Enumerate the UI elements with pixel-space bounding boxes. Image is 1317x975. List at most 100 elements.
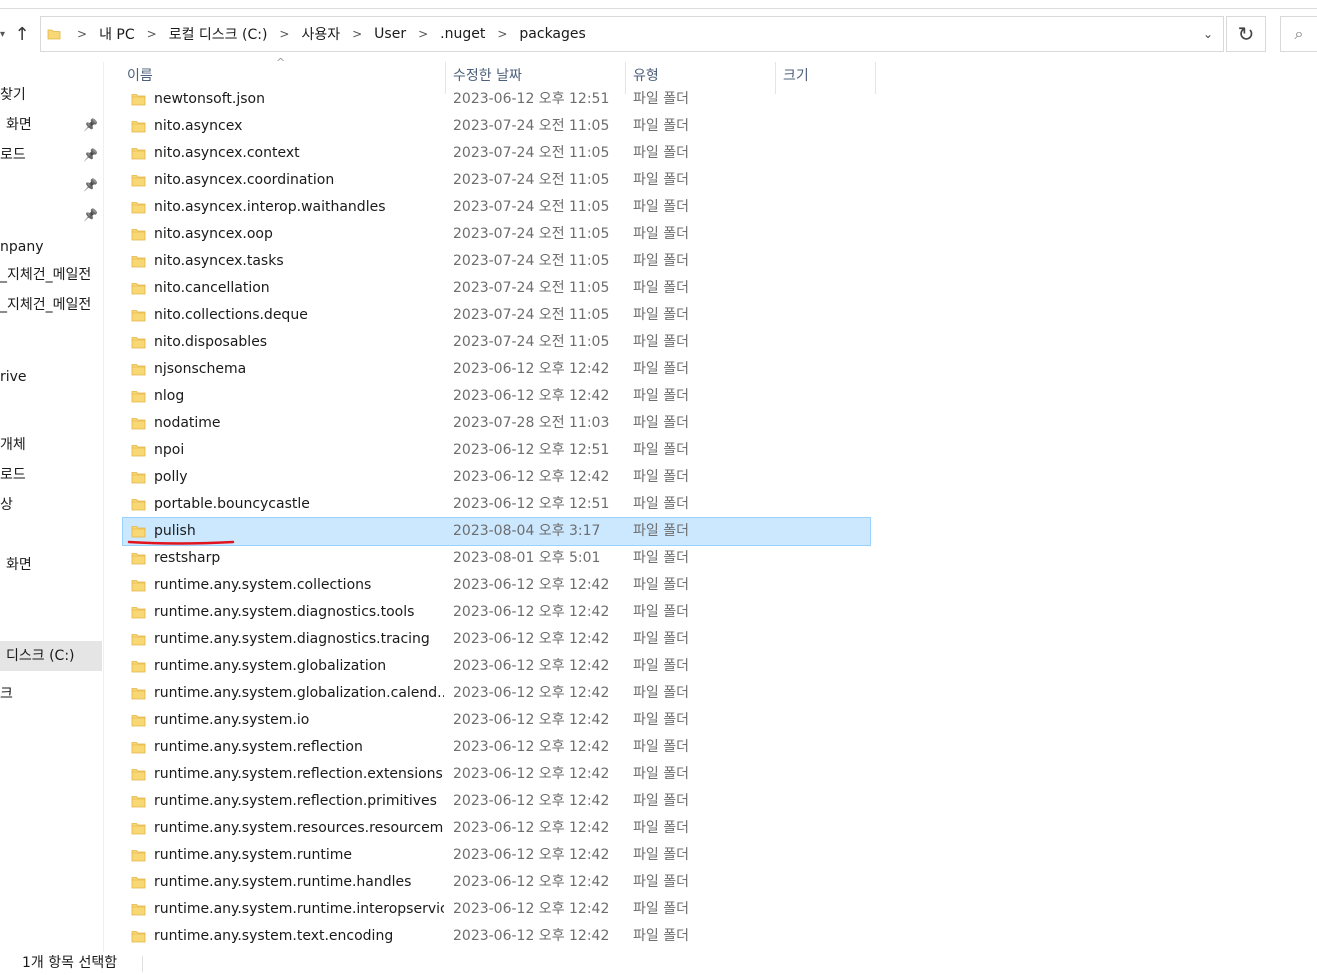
sidebar-item[interactable]: 📌 [0, 170, 102, 200]
folder-icon [131, 175, 146, 187]
breadcrumb-item[interactable]: 내 PC [93, 24, 141, 44]
file-row[interactable]: nodatime 2023-07-28 오전 11:03 파일 폴더 [123, 410, 883, 437]
file-row[interactable]: runtime.any.system.reflection 2023-06-12 … [123, 734, 883, 761]
recent-locations-chevron-icon[interactable]: ▾ [0, 22, 8, 48]
pin-icon[interactable]: 📌 [83, 170, 98, 200]
file-modified-date: 2023-06-12 오후 12:51 [453, 91, 610, 107]
file-name: runtime.any.system.runtime.handles [154, 874, 412, 890]
sidebar-item[interactable]: 상 [0, 490, 102, 520]
sidebar-item[interactable]: _지체건_메일전 [0, 290, 102, 320]
search-input[interactable]: ⌕ [1280, 16, 1317, 52]
file-row[interactable]: nito.collections.deque 2023-07-24 오전 11:0… [123, 302, 883, 329]
pin-icon[interactable]: 📌 [83, 140, 98, 170]
sidebar-item[interactable]: npany [0, 232, 102, 262]
chevron-right-icon[interactable]: > [273, 27, 295, 41]
chevron-right-icon[interactable]: > [346, 27, 368, 41]
column-header-date[interactable]: 수정한 날짜 [453, 62, 522, 88]
breadcrumb-item[interactable]: packages [513, 26, 591, 42]
file-row[interactable]: njsonschema 2023-06-12 오후 12:42 파일 폴더 [123, 356, 883, 383]
file-row[interactable]: runtime.any.system.runtime.handles 2023-0… [123, 869, 883, 896]
column-header-name[interactable]: 이름 [127, 62, 153, 88]
file-row[interactable]: nlog 2023-06-12 오후 12:42 파일 폴더 [123, 383, 883, 410]
sidebar-item-label: 로드 [0, 147, 26, 163]
pin-icon[interactable]: 📌 [83, 200, 98, 230]
file-row[interactable]: runtime.any.system.reflection.primitives… [123, 788, 883, 815]
sidebar-item[interactable]: rive [0, 362, 102, 392]
breadcrumb-item[interactable]: 로컬 디스크 (C:) [163, 24, 274, 44]
file-row[interactable]: pulish 2023-08-04 오후 3:17 파일 폴더 [122, 517, 871, 546]
up-arrow-icon[interactable]: ↑ [8, 22, 36, 48]
breadcrumb-item[interactable]: .nuget [434, 26, 491, 42]
file-row[interactable]: nito.asyncex 2023-07-24 오전 11:05 파일 폴더 [123, 113, 883, 140]
file-modified-date: 2023-06-12 오후 12:42 [453, 361, 610, 377]
sidebar-item[interactable]: 화면 📌 [0, 110, 102, 140]
file-row[interactable]: runtime.any.system.runtime.interopservic… [123, 896, 883, 923]
sidebar-item[interactable]: 화면 [0, 550, 102, 580]
file-modified-date: 2023-07-24 오전 11:05 [453, 145, 610, 161]
sidebar-item-label: 로드 [0, 467, 26, 483]
file-row[interactable]: restsharp 2023-08-01 오후 5:01 파일 폴더 [123, 545, 883, 572]
file-row[interactable]: npoi 2023-06-12 오후 12:51 파일 폴더 [123, 437, 883, 464]
address-bar[interactable]: > 내 PC > 로컬 디스크 (C:) > 사용자 > User > .nuget > packag… [40, 16, 1224, 52]
folder-icon [131, 337, 146, 349]
column-header-size[interactable]: 크기 [783, 62, 809, 88]
file-row[interactable]: runtime.any.system.io 2023-06-12 오후 12:42… [123, 707, 883, 734]
file-row[interactable]: runtime.any.system.reflection.extensions… [123, 761, 883, 788]
sidebar-item[interactable]: _지체건_메일전 [0, 260, 102, 290]
sidebar-item[interactable]: 디스크 (C:) [0, 641, 102, 671]
file-type: 파일 폴더 [633, 442, 689, 458]
file-row[interactable]: polly 2023-06-12 오후 12:42 파일 폴더 [123, 464, 883, 491]
refresh-button[interactable]: ↻ [1226, 16, 1266, 52]
file-modified-date: 2023-07-28 오전 11:03 [453, 415, 610, 431]
chevron-right-icon[interactable]: > [141, 27, 163, 41]
file-row[interactable]: nito.asyncex.oop 2023-07-24 오전 11:05 파일 폴더 [123, 221, 883, 248]
chevron-right-icon[interactable]: > [71, 27, 93, 41]
column-header-type[interactable]: 유형 [633, 62, 659, 88]
sidebar-item[interactable]: 개체 [0, 430, 102, 460]
folder-icon [131, 121, 146, 133]
pane-divider[interactable] [103, 62, 104, 952]
pin-icon[interactable]: 📌 [83, 110, 98, 140]
file-row[interactable]: runtime.any.system.text.encoding 2023-06-… [123, 923, 883, 950]
sidebar-item[interactable]: 찾기 [0, 80, 102, 110]
folder-icon [131, 607, 146, 619]
file-row[interactable]: nito.cancellation 2023-07-24 오전 11:05 파일 폴… [123, 275, 883, 302]
file-row[interactable]: newtonsoft.json 2023-06-12 오후 12:51 파일 폴더 [123, 86, 883, 113]
file-type: 파일 폴더 [633, 496, 689, 512]
file-row[interactable]: nito.asyncex.context 2023-07-24 오전 11:05 파… [123, 140, 883, 167]
status-selection-count: 1개 항목 선택함 [22, 955, 118, 971]
file-row[interactable]: nito.asyncex.coordination 2023-07-24 오전 1… [123, 167, 883, 194]
file-type: 파일 폴더 [633, 604, 689, 620]
file-name: nito.disposables [154, 334, 268, 350]
sidebar-item-label: rive [0, 369, 27, 385]
file-modified-date: 2023-07-24 오전 11:05 [453, 253, 610, 269]
file-row[interactable]: runtime.any.system.runtime 2023-06-12 오후 … [123, 842, 883, 869]
file-row[interactable]: portable.bouncycastle 2023-06-12 오후 12:51… [123, 491, 883, 518]
chevron-down-icon[interactable]: ⌄ [1199, 25, 1217, 43]
file-row[interactable]: runtime.any.system.globalization 2023-06-… [123, 653, 883, 680]
file-modified-date: 2023-07-24 오전 11:05 [453, 334, 610, 350]
sidebar-item[interactable]: 크 [0, 679, 102, 709]
file-row[interactable]: runtime.any.system.diagnostics.tools 2023… [123, 599, 883, 626]
breadcrumb-item[interactable]: 사용자 [295, 24, 346, 44]
sidebar-item[interactable]: 📌 [0, 200, 102, 230]
file-row[interactable]: nito.asyncex.interop.waithandles 2023-07-… [123, 194, 883, 221]
sidebar-item-label: 찾기 [0, 87, 26, 103]
sidebar-item[interactable]: 로드 📌 [0, 140, 102, 170]
file-type: 파일 폴더 [633, 91, 689, 107]
file-row[interactable]: nito.asyncex.tasks 2023-07-24 오전 11:05 파일 … [123, 248, 883, 275]
file-row[interactable]: runtime.any.system.diagnostics.tracing 20… [123, 626, 883, 653]
file-modified-date: 2023-06-12 오후 12:51 [453, 496, 610, 512]
file-type: 파일 폴더 [633, 388, 689, 404]
sidebar-item[interactable]: 로드 [0, 460, 102, 490]
file-name: polly [154, 469, 188, 485]
file-type: 파일 폴더 [633, 631, 689, 647]
file-row[interactable]: nito.disposables 2023-07-24 오전 11:05 파일 폴더 [123, 329, 883, 356]
chevron-right-icon[interactable]: > [412, 27, 434, 41]
breadcrumb-item[interactable]: User [368, 26, 412, 42]
file-row[interactable]: runtime.any.system.resources.resourcem..… [123, 815, 883, 842]
file-row[interactable]: runtime.any.system.globalization.calend.… [123, 680, 883, 707]
file-type: 파일 폴더 [633, 658, 689, 674]
chevron-right-icon[interactable]: > [491, 27, 513, 41]
file-row[interactable]: runtime.any.system.collections 2023-06-12… [123, 572, 883, 599]
